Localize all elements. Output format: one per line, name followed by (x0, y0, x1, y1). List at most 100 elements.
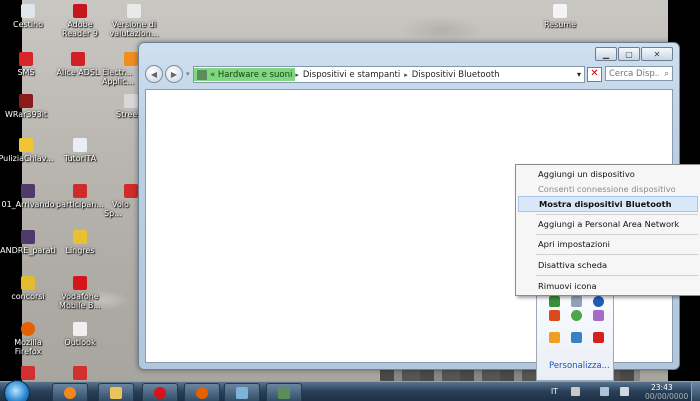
clock-time[interactable]: 23:43 (651, 383, 673, 392)
show-desktop-button[interactable] (691, 382, 700, 401)
control-panel-icon (278, 387, 290, 399)
desktop-icon-pdf-2[interactable] (52, 366, 108, 382)
desktop-icon-pdf-1[interactable] (0, 366, 56, 382)
menu-item-add-device[interactable]: Aggiungi un dispositivo (516, 167, 700, 181)
document-icon (127, 4, 141, 18)
taskbar-explorer[interactable] (98, 383, 134, 401)
desktop-icon-participan[interactable]: participan... (52, 184, 108, 209)
desktop-icon-label: SMS (17, 68, 35, 77)
desktop: Cestino Adobe Reader 9 Versione di valut… (0, 0, 700, 401)
monitor-icon[interactable] (571, 332, 582, 343)
desktop-icon-label: participan... (56, 200, 104, 209)
taskbar-vodafone[interactable] (142, 383, 178, 401)
clock-date[interactable]: 00/00/0000 (645, 392, 688, 401)
desktop-icon-wrar[interactable]: WRar393it (0, 94, 54, 119)
document-icon (73, 138, 87, 152)
tray-network-icon[interactable] (600, 387, 609, 396)
tray-flag-icon[interactable] (571, 387, 580, 396)
forward-button[interactable]: ▶ (165, 65, 183, 83)
warning-icon[interactable] (549, 332, 560, 343)
desktop-icon-label: Vodafone Mobile B... (59, 292, 101, 310)
overflow-arrows[interactable]: « (210, 70, 215, 80)
desktop-icon-tutorita[interactable]: TutorITA (52, 138, 108, 163)
back-button[interactable]: ◀ (145, 65, 163, 83)
volume-icon[interactable] (549, 310, 560, 321)
tray-volume-icon[interactable] (620, 387, 629, 396)
menu-item-show-bluetooth-devices[interactable]: Mostra dispositivi Bluetooth (518, 196, 698, 212)
taskbar-control-panel[interactable] (266, 383, 302, 401)
desktop-icon-lingres[interactable]: Lingres (52, 230, 108, 255)
folder-icon (21, 276, 35, 290)
breadcrumb-bluetooth-devices[interactable]: Dispositivi Bluetooth (408, 70, 504, 80)
menu-item-add-pan[interactable]: Aggiungi a Personal Area Network (516, 217, 700, 231)
search-input[interactable] (609, 68, 659, 79)
desktop-icon-recycle-bin[interactable]: Cestino (0, 4, 56, 29)
app-icon[interactable] (593, 310, 604, 321)
desktop-icon-resume[interactable]: Resume (532, 4, 588, 29)
firefox-icon (21, 322, 35, 336)
vodafone-icon (73, 276, 87, 290)
minimize-button[interactable]: ▁ (595, 47, 617, 61)
desktop-icon-alice-adsl[interactable]: Alice ADSL (50, 52, 106, 77)
pdf-icon (21, 366, 35, 380)
media-player-icon (64, 387, 76, 399)
stop-refresh-icon[interactable]: ✕ (587, 67, 602, 82)
explorer-icon (110, 387, 122, 399)
address-bar-highlight: « Hardware e suoni (194, 68, 296, 81)
address-dropdown-icon[interactable]: ▾ (577, 70, 581, 79)
recent-pages-dropdown-icon[interactable]: ▾ (186, 70, 190, 78)
desktop-icon-label: WRar393it (4, 110, 48, 119)
update-icon[interactable] (571, 310, 582, 321)
desktop-icon-label: ANDRE_parati (0, 246, 56, 255)
taskbar-firefox[interactable] (184, 383, 220, 401)
menu-item-allow-connection: Consenti connessione dispositivo (538, 184, 676, 194)
desktop-icon-versione[interactable]: Versione di valutazion... (106, 4, 162, 38)
search-box[interactable]: ⌕ (605, 66, 673, 81)
desktop-icon-label: concorsi (11, 292, 45, 301)
menu-item-remove-icon[interactable]: Rimuovi icona (516, 279, 700, 293)
breadcrumb-hardware[interactable]: Hardware e suoni (218, 70, 292, 80)
address-bar[interactable]: « Hardware e suoni ▸ Dispositivi e stamp… (193, 66, 585, 83)
desktop-icon-outlook[interactable]: Outlook (52, 322, 108, 347)
desktop-icon-sms[interactable]: SMS (0, 52, 54, 77)
desktop-icon-label: Outlook (64, 338, 96, 347)
desktop-icon-andre[interactable]: ANDRE_parati (0, 230, 56, 255)
desktop-icon-firefox[interactable]: Mozilla Firefox (0, 322, 56, 356)
desktop-icon-label: PuliziaChiav... (0, 154, 54, 163)
security-icon[interactable] (571, 296, 582, 307)
window-controls: ▁ ▢ ✕ (595, 47, 673, 61)
desktop-icon-concorsi[interactable]: concorsi (0, 276, 56, 301)
alice-adsl-icon (71, 52, 85, 66)
customize-link[interactable]: Personalizza... (549, 361, 610, 371)
pdf-icon (124, 184, 138, 198)
menu-item-open-settings[interactable]: Apri impostazioni (516, 237, 700, 251)
menu-item-disable-adapter[interactable]: Disattiva scheda (516, 258, 700, 272)
desktop-icon-vodafone[interactable]: Vodafone Mobile B... (52, 276, 108, 310)
desktop-icon-volo[interactable]: Volo Sp... (104, 184, 142, 218)
desktop-icon-electr[interactable]: Electr... Applic... (102, 52, 142, 86)
taskbar-paint[interactable] (224, 383, 260, 401)
outlook-icon (73, 322, 87, 336)
flag-icon[interactable] (593, 332, 604, 343)
desktop-icon-label: Mozilla Firefox (14, 338, 42, 356)
paint-icon (236, 387, 248, 399)
menu-separator (536, 254, 698, 255)
close-button[interactable]: ✕ (641, 47, 673, 61)
desktop-icon-street[interactable]: Street (102, 94, 142, 119)
maximize-button[interactable]: ▢ (618, 47, 640, 61)
start-button[interactable] (4, 380, 30, 401)
taskbar-media-player[interactable] (52, 383, 88, 401)
bluetooth-context-menu: Aggiungi un dispositivo Consenti conness… (515, 164, 700, 296)
bluetooth-icon[interactable] (593, 296, 604, 307)
desktop-icon-arrivando[interactable]: 01_Arrivando (0, 184, 56, 209)
desktop-icon-adobe-reader[interactable]: Adobe Reader 9 (52, 4, 108, 38)
desktop-icon-label: TutorITA (63, 154, 97, 163)
adobe-reader-icon (73, 4, 87, 18)
taskbar: IT 23:43 00/00/0000 (0, 380, 700, 401)
network-icon[interactable] (549, 296, 560, 307)
desktop-icon-pulizia[interactable]: PuliziaChiav... (0, 138, 54, 163)
breadcrumb-devices-printers[interactable]: Dispositivi e stampanti (299, 70, 404, 80)
language-indicator[interactable]: IT (551, 387, 558, 396)
desktop-icon-label: Volo Sp... (104, 200, 129, 218)
control-panel-icon (197, 69, 207, 80)
